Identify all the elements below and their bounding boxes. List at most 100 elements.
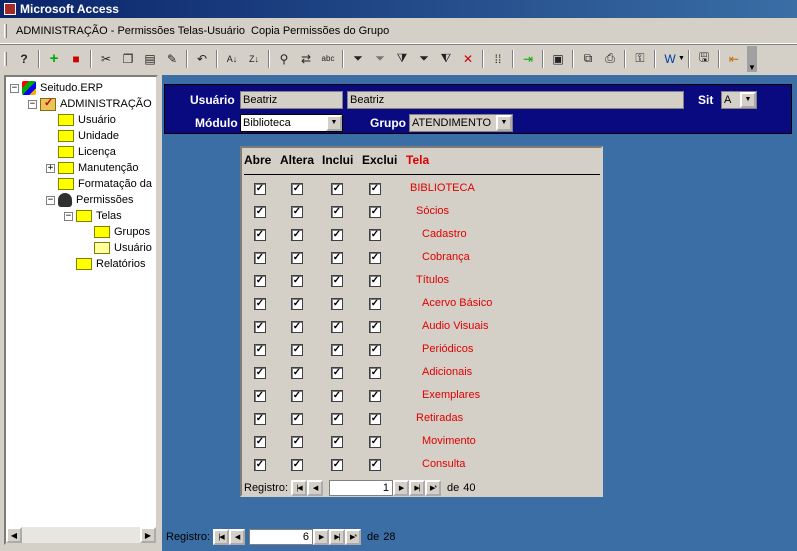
altera-checkbox[interactable]: ✓ [291,275,303,287]
print-icon[interactable]: ⎙ [600,49,620,69]
inclui-checkbox[interactable]: ✓ [331,390,343,402]
next-record-icon[interactable]: ▶ [313,529,330,545]
altera-checkbox[interactable]: ✓ [291,252,303,264]
exclui-checkbox[interactable]: ✓ [369,367,381,379]
exclui-checkbox[interactable]: ✓ [369,229,381,241]
abre-checkbox[interactable]: ✓ [254,206,266,218]
altera-checkbox[interactable]: ✓ [291,459,303,471]
exclui-checkbox[interactable]: ✓ [369,298,381,310]
exclui-checkbox[interactable]: ✓ [369,321,381,333]
menu-copia-permissoes-grupo[interactable]: Copia Permissões do Grupo [248,23,392,39]
abre-checkbox[interactable]: ✓ [254,298,266,310]
usuario-name-field[interactable]: Beatriz [347,91,684,109]
add-icon[interactable]: + [44,49,64,69]
exclui-checkbox[interactable]: ✓ [369,344,381,356]
paste-icon[interactable]: ▤ [140,49,160,69]
spelling-icon[interactable]: abc [318,49,338,69]
filter-form-icon[interactable]: ⏷ [370,49,390,69]
altera-checkbox[interactable]: ✓ [291,390,303,402]
abre-checkbox[interactable]: ✓ [254,459,266,471]
inclui-checkbox[interactable]: ✓ [331,298,343,310]
previous-record-icon[interactable]: ◀ [229,529,246,545]
collapse-icon[interactable]: − [64,211,73,221]
save-icon[interactable]: 🖫 [694,49,714,69]
last-record-icon[interactable]: ▶| [329,529,346,545]
find-icon[interactable]: ⚲ [274,49,294,69]
tree-item[interactable]: − Permissões [46,192,133,208]
altera-checkbox[interactable]: ✓ [291,183,303,195]
remove-filter-icon[interactable]: ✕ [458,49,478,69]
exclui-checkbox[interactable]: ✓ [369,275,381,287]
form-view-icon[interactable]: ▣ [548,49,568,69]
collapse-icon[interactable]: − [10,83,19,93]
inclui-checkbox[interactable]: ✓ [331,367,343,379]
abre-checkbox[interactable]: ✓ [254,252,266,264]
toolbar-options-icon[interactable]: ▼ [746,45,757,72]
tree-item[interactable]: + Manutenção [46,160,139,176]
inclui-checkbox[interactable]: ✓ [331,206,343,218]
scroll-right-icon[interactable]: ▶ [140,527,156,543]
abre-checkbox[interactable]: ✓ [254,183,266,195]
main-record-number[interactable]: 6 [249,529,314,545]
altera-checkbox[interactable]: ✓ [291,298,303,310]
exit-icon[interactable]: ⇤ [724,49,744,69]
first-record-icon[interactable]: |◀ [213,529,230,545]
expand-icon[interactable]: + [46,163,55,173]
menu-grip[interactable] [4,23,7,38]
inclui-checkbox[interactable]: ✓ [331,321,343,333]
altera-checkbox[interactable]: ✓ [291,367,303,379]
inclui-checkbox[interactable]: ✓ [331,344,343,356]
subform-record-number[interactable]: 1 [329,480,394,496]
office-links-dropdown-icon[interactable]: ▼ [678,55,685,62]
undo-icon[interactable]: ↶ [192,49,212,69]
inclui-checkbox[interactable]: ✓ [331,436,343,448]
tree-item[interactable]: Formatação da [46,176,152,192]
toggle-filter-icon[interactable]: ⏷ [414,49,434,69]
exclui-checkbox[interactable]: ✓ [369,206,381,218]
first-record-icon[interactable]: |◀ [291,480,308,496]
inclui-checkbox[interactable]: ✓ [331,229,343,241]
tree-item[interactable]: Licença [46,144,116,160]
new-record-icon[interactable]: ▶* [345,529,362,545]
altera-checkbox[interactable]: ✓ [291,321,303,333]
replace-icon[interactable]: ⇄ [296,49,316,69]
abre-checkbox[interactable]: ✓ [254,229,266,241]
abre-checkbox[interactable]: ✓ [254,367,266,379]
help-icon[interactable]: ? [14,49,34,69]
tree-horizontal-scrollbar[interactable]: ◀ ▶ [6,527,156,543]
abre-checkbox[interactable]: ✓ [254,275,266,287]
tree-item[interactable]: Relatórios [64,256,146,272]
scroll-track[interactable] [22,527,140,543]
inclui-checkbox[interactable]: ✓ [331,183,343,195]
previous-record-icon[interactable]: ◀ [307,480,324,496]
grid-icon[interactable]: ⁞⁞ [488,49,508,69]
abre-checkbox[interactable]: ✓ [254,321,266,333]
abre-checkbox[interactable]: ✓ [254,413,266,425]
import-icon[interactable]: ⇥ [518,49,538,69]
tree-item[interactable]: − Telas [64,208,122,224]
copy-icon[interactable]: ❐ [118,49,138,69]
altera-checkbox[interactable]: ✓ [291,436,303,448]
altera-checkbox[interactable]: ✓ [291,413,303,425]
inclui-checkbox[interactable]: ✓ [331,252,343,264]
apply-filter-icon[interactable]: ⧩ [392,49,412,69]
exclui-checkbox[interactable]: ✓ [369,459,381,471]
chevron-down-icon[interactable]: ▼ [740,92,756,108]
sort-asc-icon[interactable]: A↓ [222,49,242,69]
tree-item[interactable]: Grupos [82,224,150,240]
tree-item[interactable]: Usuário [82,240,152,256]
altera-checkbox[interactable]: ✓ [291,229,303,241]
altera-checkbox[interactable]: ✓ [291,344,303,356]
next-record-icon[interactable]: ▶ [393,480,410,496]
exclui-checkbox[interactable]: ✓ [369,436,381,448]
cut-icon[interactable]: ✂ [96,49,116,69]
print-preview-icon[interactable]: ⧉ [578,49,598,69]
tree-item[interactable]: − ADMINISTRAÇÃO [28,96,152,112]
inclui-checkbox[interactable]: ✓ [331,413,343,425]
new-record-icon[interactable]: ▶* [425,480,442,496]
filter-selection-icon[interactable]: ⏷ [348,49,368,69]
grupo-combo[interactable]: ATENDIMENTO ▼ [409,114,513,132]
chevron-down-icon[interactable]: ▼ [496,115,512,131]
inclui-checkbox[interactable]: ✓ [331,275,343,287]
abre-checkbox[interactable]: ✓ [254,436,266,448]
